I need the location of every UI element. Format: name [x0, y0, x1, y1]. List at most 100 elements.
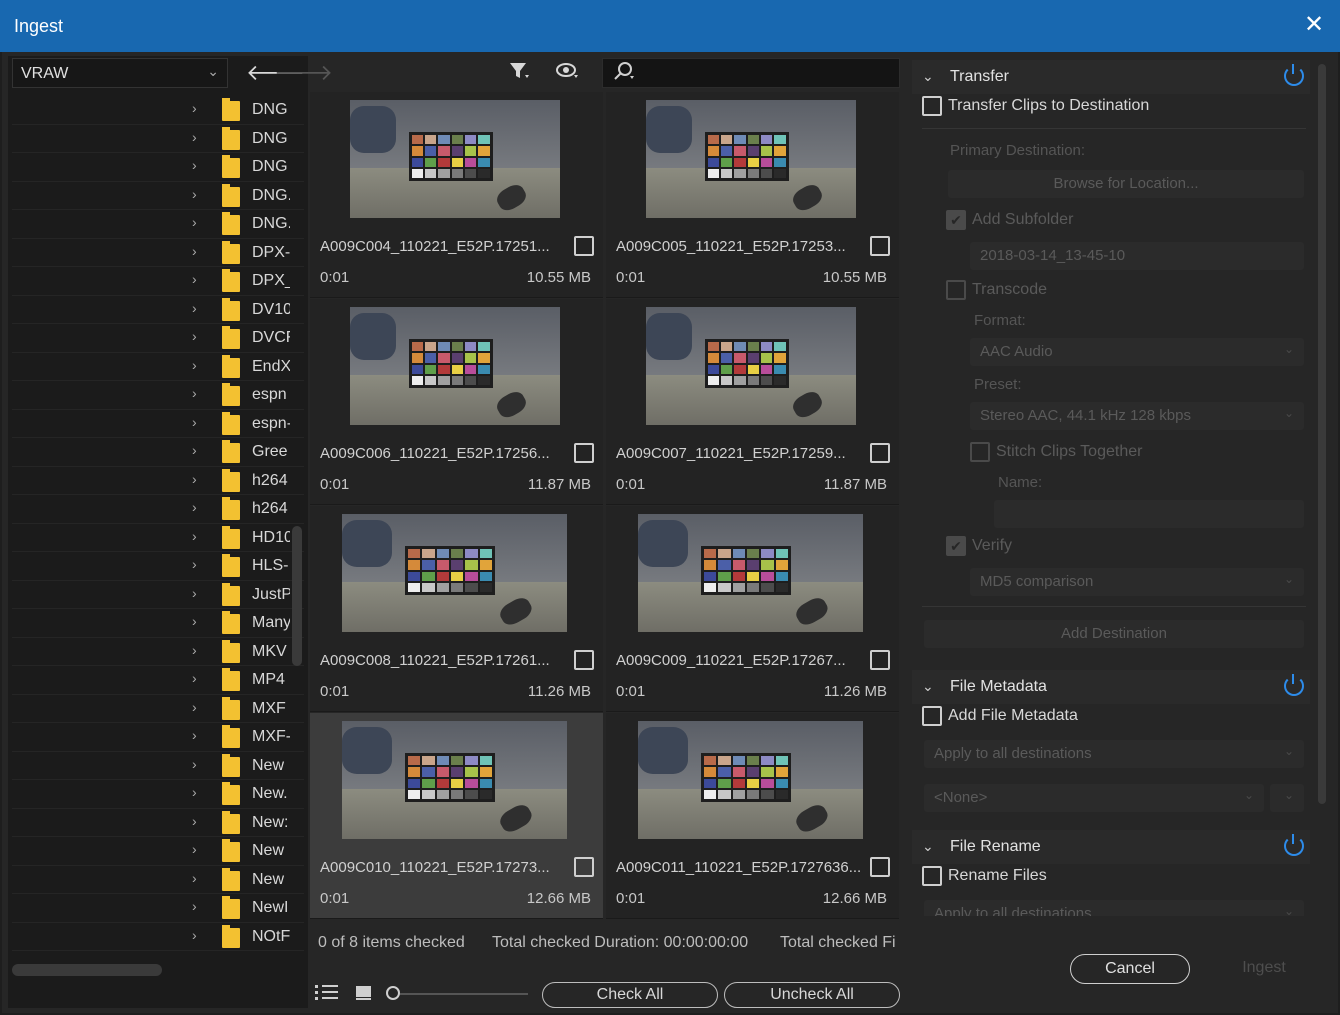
zoom-slider-track[interactable]	[400, 993, 528, 995]
subfolder-name-field[interactable]: 2018-03-14_13-45-10	[970, 242, 1304, 270]
metadata-apply-dropdown[interactable]: Apply to all destinations ⌄	[924, 740, 1304, 768]
add-destination-button[interactable]: Add Destination	[924, 620, 1304, 648]
clip-checkbox[interactable]	[870, 443, 890, 463]
clip-thumbnail[interactable]	[342, 721, 567, 839]
folder-tree-item[interactable]: › MKV	[12, 638, 304, 666]
clip-checkbox[interactable]	[870, 857, 890, 877]
chevron-right-icon[interactable]: ›	[192, 756, 197, 772]
transfer-section-header[interactable]: ⌄ Transfer	[912, 60, 1310, 94]
folder-tree-item[interactable]: › DVCF	[12, 324, 304, 353]
chevron-right-icon[interactable]: ›	[192, 157, 197, 173]
folder-tree-item[interactable]: › New	[12, 752, 304, 780]
eye-icon[interactable]	[556, 60, 580, 88]
chevron-right-icon[interactable]: ›	[192, 613, 197, 629]
chevron-right-icon[interactable]: ›	[192, 898, 197, 914]
clip-card[interactable]: A009C005_110221_E52P.17253... 0:01 10.55 M…	[606, 92, 899, 298]
folder-tree-item[interactable]: › New	[12, 866, 304, 894]
chevron-right-icon[interactable]: ›	[192, 442, 197, 458]
clip-checkbox[interactable]	[574, 650, 594, 670]
clip-card[interactable]: A009C004_110221_E52P.17251... 0:01 10.55 M…	[310, 92, 603, 298]
folder-tree-item[interactable]: › MP4	[12, 666, 304, 695]
rename-apply-dropdown[interactable]: Apply to all destinations ⌄	[924, 900, 1304, 916]
folder-tree-item[interactable]: › Many	[12, 609, 304, 638]
folder-tree-item[interactable]: › DNG.	[12, 210, 304, 239]
zoom-slider-handle[interactable]	[386, 986, 400, 1000]
clip-checkbox[interactable]	[870, 650, 890, 670]
chevron-right-icon[interactable]: ›	[192, 556, 197, 572]
folder-tree-item[interactable]: › HD10	[12, 524, 304, 552]
cancel-button[interactable]: Cancel	[1070, 954, 1190, 984]
folder-tree-item[interactable]: › DNG	[12, 96, 304, 125]
chevron-right-icon[interactable]: ›	[192, 784, 197, 800]
stitch-name-field[interactable]	[994, 500, 1304, 528]
folder-tree-item[interactable]: › DNG	[12, 125, 304, 153]
tree-horizontal-scrollbar[interactable]	[12, 964, 162, 976]
stitch-clips-checkbox[interactable]: Stitch Clips Together	[970, 442, 1142, 462]
chevron-right-icon[interactable]: ›	[192, 499, 197, 515]
chevron-right-icon[interactable]: ›	[192, 300, 197, 316]
chevron-right-icon[interactable]: ›	[192, 129, 197, 145]
chevron-right-icon[interactable]: ›	[192, 186, 197, 202]
chevron-right-icon[interactable]: ›	[192, 699, 197, 715]
clip-thumbnail[interactable]	[638, 721, 863, 839]
clip-thumbnail[interactable]	[350, 307, 560, 425]
folder-tree-item[interactable]: › DPX-	[12, 239, 304, 267]
clip-checkbox[interactable]	[574, 443, 594, 463]
clip-card[interactable]: A009C009_110221_E52P.17267... 0:01 11.26 M…	[606, 506, 899, 712]
clip-thumbnail[interactable]	[646, 307, 856, 425]
folder-tree-item[interactable]: › espn	[12, 381, 304, 410]
chevron-right-icon[interactable]: ›	[192, 585, 197, 601]
folder-tree-item[interactable]: › NOtF	[12, 923, 304, 951]
clip-thumbnail[interactable]	[342, 514, 567, 632]
folder-tree-item[interactable]: › NewI	[12, 894, 304, 923]
folder-tree-item[interactable]: › HLS-	[12, 552, 304, 581]
power-icon[interactable]	[1284, 64, 1304, 86]
chevron-right-icon[interactable]: ›	[192, 357, 197, 373]
folder-tree-item[interactable]: › h264	[12, 495, 304, 524]
close-icon[interactable]: ✕	[1300, 11, 1328, 39]
clip-checkbox[interactable]	[574, 857, 594, 877]
browse-location-button[interactable]: Browse for Location...	[948, 170, 1304, 198]
clip-card[interactable]: A009C008_110221_E52P.17261... 0:01 11.26 M…	[310, 506, 603, 712]
power-icon[interactable]	[1284, 674, 1304, 696]
clip-thumbnail[interactable]	[350, 100, 560, 218]
tree-vertical-scrollbar[interactable]	[292, 526, 302, 666]
clip-checkbox[interactable]	[870, 236, 890, 256]
chevron-right-icon[interactable]: ›	[192, 841, 197, 857]
chevron-right-icon[interactable]: ›	[192, 385, 197, 401]
check-all-button[interactable]: Check All	[542, 982, 718, 1008]
verify-method-dropdown[interactable]: MD5 comparison ⌄	[970, 568, 1304, 596]
chevron-right-icon[interactable]: ›	[192, 414, 197, 430]
folder-tree-item[interactable]: › h264	[12, 467, 304, 495]
ingest-button[interactable]: Ingest	[1202, 954, 1326, 984]
folder-tree-item[interactable]: › espn-	[12, 410, 304, 438]
chevron-right-icon[interactable]: ›	[192, 670, 197, 686]
rename-files-checkbox[interactable]: Rename Files	[922, 866, 1047, 886]
uncheck-all-button[interactable]: Uncheck All	[724, 982, 900, 1008]
clip-thumbnail[interactable]	[638, 514, 863, 632]
folder-tree-item[interactable]: › Gree	[12, 438, 304, 467]
chevron-right-icon[interactable]: ›	[192, 528, 197, 544]
metadata-options-dropdown[interactable]: ⌄	[1270, 784, 1304, 812]
clip-checkbox[interactable]	[574, 236, 594, 256]
folder-tree-item[interactable]: › DNG.	[12, 182, 304, 210]
chevron-right-icon[interactable]: ›	[192, 813, 197, 829]
clip-card[interactable]: A009C006_110221_E52P.17256... 0:01 11.87 M…	[310, 299, 603, 505]
add-subfolder-checkbox[interactable]: ✔ Add Subfolder	[946, 210, 1073, 230]
verify-checkbox[interactable]: ✔ Verify	[946, 536, 1012, 556]
search-input[interactable]	[602, 58, 900, 88]
file-metadata-section-header[interactable]: ⌄ File Metadata	[912, 670, 1310, 704]
folder-tree-item[interactable]: › JustP	[12, 581, 304, 609]
chevron-right-icon[interactable]: ›	[192, 727, 197, 743]
power-icon[interactable]	[1284, 834, 1304, 856]
add-file-metadata-checkbox[interactable]: Add File Metadata	[922, 706, 1078, 726]
clip-card[interactable]: A009C011_110221_E52P.1727636... 0:01 12.66…	[606, 713, 899, 919]
transcode-checkbox[interactable]: Transcode	[946, 280, 1047, 300]
folder-tree-item[interactable]: › MXF	[12, 695, 304, 723]
chevron-right-icon[interactable]: ›	[192, 214, 197, 230]
chevron-right-icon[interactable]: ›	[192, 642, 197, 658]
clip-card[interactable]: A009C010_110221_E52P.17273... 0:01 12.66 M…	[310, 713, 603, 919]
folder-tree-item[interactable]: › DPX_	[12, 267, 304, 296]
transfer-clips-checkbox[interactable]: Transfer Clips to Destination	[922, 96, 1149, 116]
format-dropdown[interactable]: AAC Audio ⌄	[970, 338, 1304, 366]
